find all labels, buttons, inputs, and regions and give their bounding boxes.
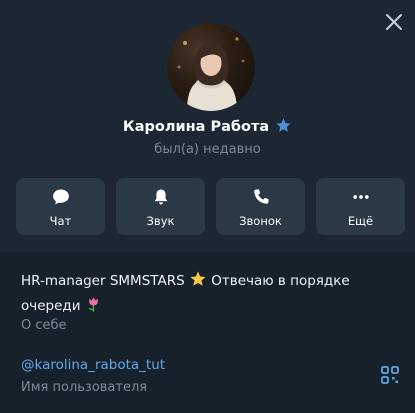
bio-text: HR-manager SMMSTARS Отвечаю в порядке оч… xyxy=(21,270,381,320)
bio-caption: О себе xyxy=(21,318,67,333)
profile-status: был(а) недавно xyxy=(154,142,261,157)
chat-button[interactable]: Чат xyxy=(16,178,105,235)
star-emoji-icon xyxy=(189,270,207,295)
profile-name-row: Каролина Работа xyxy=(0,117,415,138)
bell-icon xyxy=(154,189,167,205)
avatar[interactable] xyxy=(167,23,255,111)
chat-button-label: Чат xyxy=(49,214,72,228)
close-button[interactable] xyxy=(383,11,405,33)
profile-name: Каролина Работа xyxy=(122,119,270,135)
username-caption: Имя пользователя xyxy=(21,380,148,395)
tulip-emoji-icon xyxy=(85,295,102,320)
avatar-photo xyxy=(177,37,245,111)
close-icon xyxy=(386,14,402,30)
more-dots-icon xyxy=(352,195,369,199)
call-button-label: Звонок xyxy=(239,214,282,228)
chat-bubble-icon xyxy=(52,189,69,205)
verified-star-icon xyxy=(275,117,292,138)
username-link[interactable]: @karolina_rabota_tut xyxy=(21,357,165,373)
sound-button[interactable]: Звук xyxy=(116,178,205,235)
call-button[interactable]: Звонок xyxy=(216,178,305,235)
action-bar: Чат Звук Звонок Ещё xyxy=(16,178,405,235)
sound-button-label: Звук xyxy=(146,214,175,228)
phone-icon xyxy=(253,189,268,204)
qr-code-icon xyxy=(381,366,399,384)
more-button-label: Ещё xyxy=(347,214,374,228)
more-button[interactable]: Ещё xyxy=(316,178,405,235)
bio-text-part1: HR-manager SMMSTARS xyxy=(21,273,185,289)
qr-code-button[interactable] xyxy=(380,365,400,385)
